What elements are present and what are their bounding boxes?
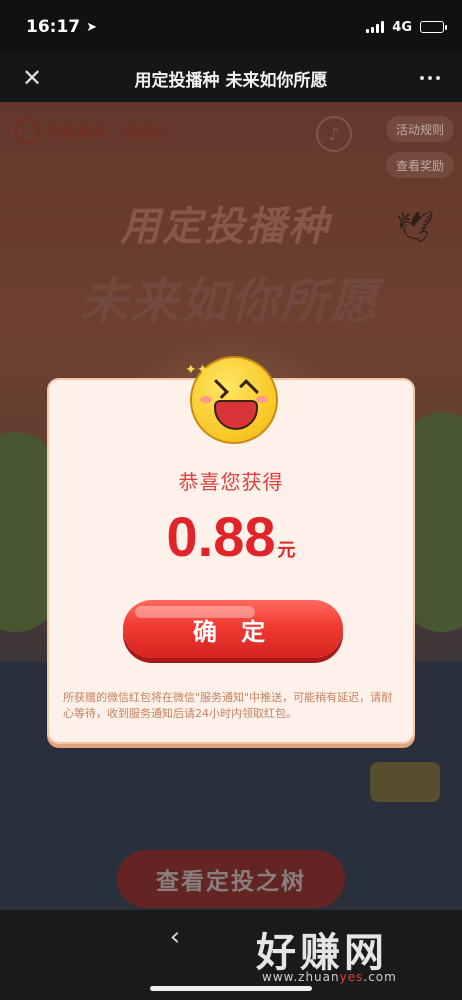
battery-icon xyxy=(420,21,447,33)
page-title: 用定投播种 未来如你所愿 xyxy=(134,70,328,91)
watermark-url-highlight: yes xyxy=(339,970,364,984)
bottom-bar: ‹ 好赚网 www.zhuanyes.com xyxy=(0,910,462,1000)
chevron-left-icon[interactable]: ‹ xyxy=(160,922,190,952)
watermark-url: www.zhuanyes.com xyxy=(262,970,397,984)
sparkle-icon: ✦✦ xyxy=(185,362,209,378)
signal-icon xyxy=(366,21,385,33)
reward-modal: ✦✦ 恭喜您获得 0.88 元 确 定 所获赠的微信红包将在微信"服务通知"中推送… xyxy=(47,356,415,744)
reward-note: 所获赠的微信红包将在微信"服务通知"中推送，可能稍有延迟，请耐心等待，收到服务通… xyxy=(63,691,393,720)
nav-bar: ✕ 用定投播种 未来如你所愿 xyxy=(0,54,462,102)
status-right: 4G xyxy=(366,19,447,35)
watermark-url-prefix: www.zhuan xyxy=(262,970,340,984)
reward-amount-row: 0.88 元 xyxy=(49,504,413,569)
home-indicator[interactable] xyxy=(150,986,312,991)
status-time: 16:17 xyxy=(26,17,81,37)
network-label: 4G xyxy=(392,19,412,35)
location-arrow-icon: ➤ xyxy=(86,19,98,35)
congrats-text: 恭喜您获得 xyxy=(178,470,284,494)
confirm-button[interactable]: 确 定 xyxy=(123,600,343,658)
reward-unit: 元 xyxy=(277,540,296,561)
watermark-url-suffix: .com xyxy=(363,970,397,984)
more-icon[interactable] xyxy=(414,64,446,92)
status-bar: 16:17 ➤ 4G xyxy=(0,0,462,54)
status-left: 16:17 ➤ xyxy=(26,17,97,37)
reward-amount: 0.88 xyxy=(166,505,276,568)
close-icon[interactable]: ✕ xyxy=(18,64,46,92)
